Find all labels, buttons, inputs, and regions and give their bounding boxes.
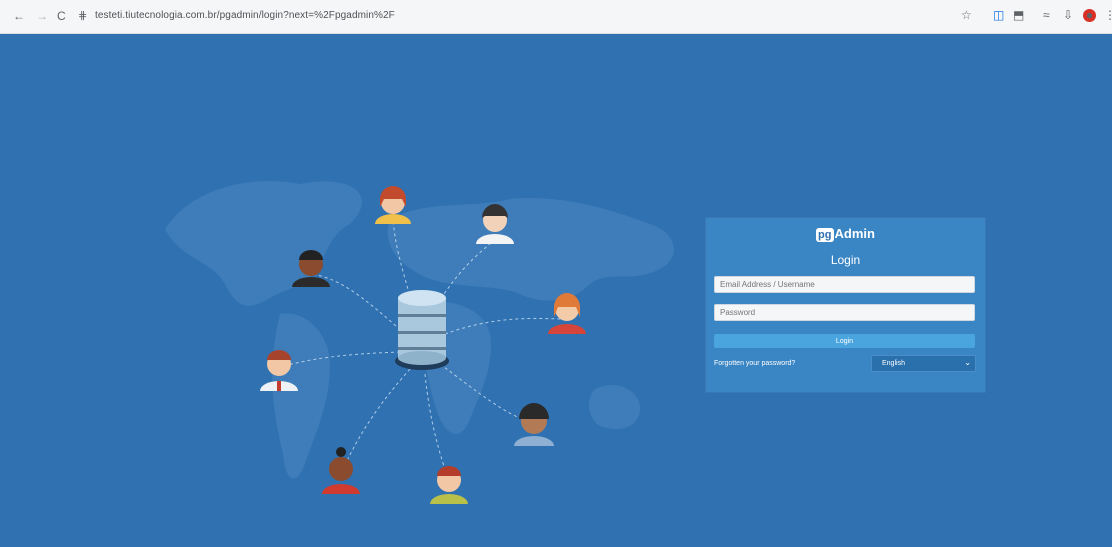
password-field[interactable] — [714, 304, 975, 321]
pgadmin-logo: pg Admin — [706, 226, 985, 242]
person-avatar-7 — [322, 447, 360, 494]
extension-icon[interactable]: ◫ — [993, 8, 1004, 22]
chevron-down-icon: ⌄ — [964, 358, 971, 367]
browser-toolbar: ← → C ⋕ testeti.tiutecnologia.com.br/pga… — [0, 0, 1112, 34]
login-button[interactable]: Login — [714, 334, 975, 348]
north-america-shape — [165, 181, 362, 306]
forgot-password-link[interactable]: Forgotten your password? — [714, 360, 795, 367]
star-icon[interactable]: ☆ — [961, 8, 972, 22]
eurasia-shape — [387, 198, 674, 301]
language-value: English — [882, 360, 905, 367]
login-title: Login — [830, 253, 861, 267]
database-icon — [395, 290, 449, 370]
australia-shape — [588, 385, 640, 430]
back-icon[interactable]: ← — [13, 8, 25, 24]
person-avatar-8 — [430, 466, 468, 504]
address-bar[interactable]: testeti.tiutecnologia.com.br/pgadmin/log… — [95, 10, 395, 21]
pg-logo-badge: pg — [816, 228, 834, 242]
window-icon[interactable]: ⬒ — [1013, 8, 1024, 22]
login-card: pgAdmin Login Login Forgotten your passw… — [706, 218, 985, 392]
logo-text: Admin — [834, 226, 875, 241]
profile-icon[interactable]: ● — [1083, 9, 1096, 22]
language-select[interactable]: English ⌄ — [871, 355, 976, 372]
south-america-shape — [272, 313, 330, 479]
person-avatar-1 — [375, 186, 411, 224]
site-settings-icon[interactable]: ⋕ — [78, 9, 87, 22]
download-icon[interactable]: ⇩ — [1063, 8, 1073, 22]
forward-icon[interactable]: → — [36, 8, 48, 24]
person-avatar-6 — [514, 403, 554, 446]
reload-icon[interactable]: C — [57, 8, 66, 24]
menu-icon[interactable]: ⋮ — [1104, 8, 1112, 22]
history-icon[interactable]: ≈ — [1043, 8, 1050, 22]
email-field[interactable] — [714, 276, 975, 293]
